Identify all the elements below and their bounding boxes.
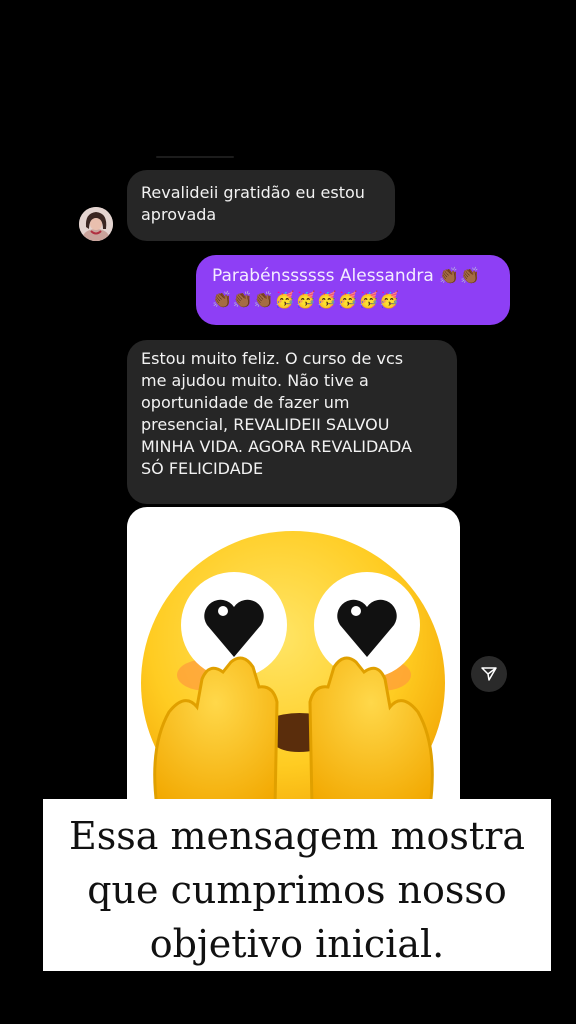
- message-text: Estou muito feliz. O curso de vcs me aju…: [141, 349, 412, 478]
- outgoing-message-bubble[interactable]: Parabénssssss Alessandra 👏🏾👏🏾 👏🏾👏🏾👏🏾🥳🥳🥳🥳…: [196, 255, 510, 325]
- incoming-message-bubble[interactable]: Revalideii gratidão eu estou aprovada: [127, 170, 395, 241]
- image-message[interactable]: [127, 507, 460, 807]
- hands-on-face-heart-eyes-emoji-icon: [141, 531, 445, 807]
- incoming-message-bubble[interactable]: Estou muito feliz. O curso de vcs me aju…: [127, 340, 457, 504]
- send-arrow-icon: [481, 667, 497, 681]
- caption-text-box: Essa mensagem mostra que cumprimos nosso…: [43, 799, 551, 971]
- message-text: Revalideii gratidão eu estou aprovada: [141, 183, 365, 224]
- avatar-image: [79, 207, 113, 241]
- message-text: Parabénssssss Alessandra: [212, 266, 434, 286]
- party-face-icon: 👏🏾👏🏾👏🏾🥳🥳🥳🥳🥳🥳: [212, 290, 401, 309]
- share-button[interactable]: [471, 656, 507, 692]
- divider-line: [156, 156, 234, 158]
- clapping-hands-icon: 👏🏾👏🏾: [439, 266, 482, 285]
- caption-text: Essa mensagem mostra que cumprimos nosso…: [68, 814, 526, 966]
- avatar[interactable]: [79, 207, 113, 241]
